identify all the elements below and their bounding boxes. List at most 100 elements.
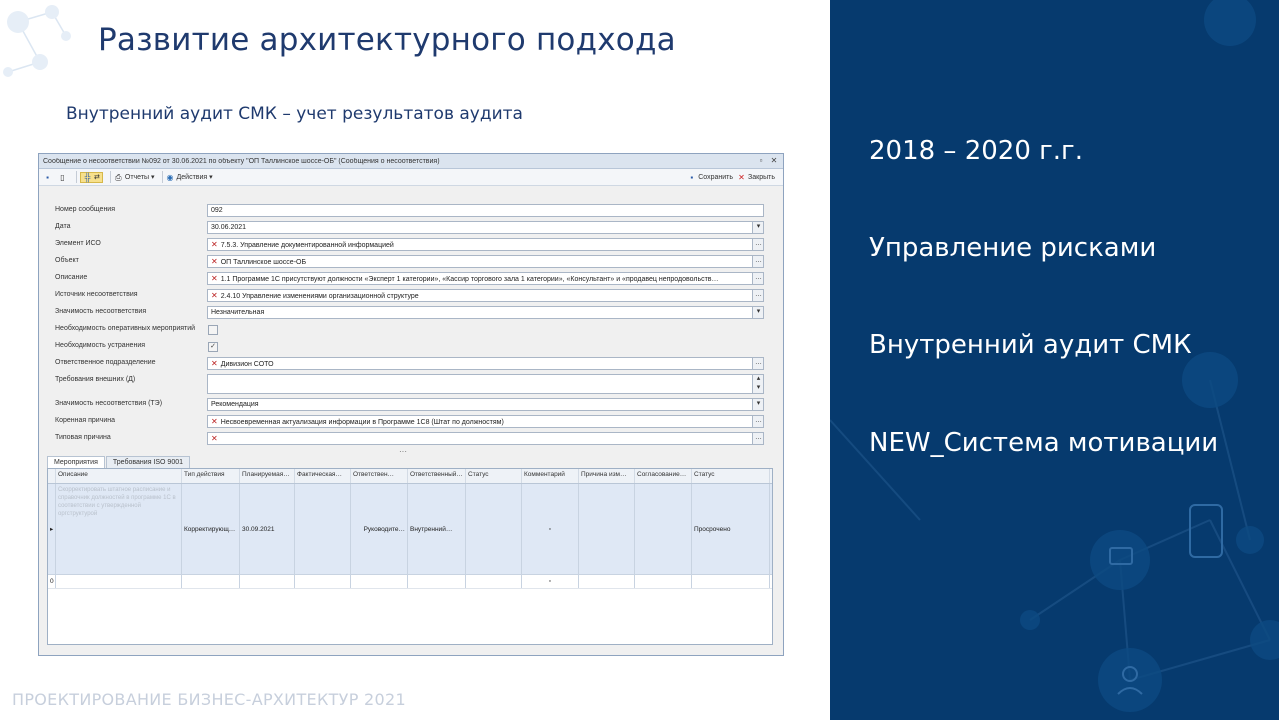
save-disk-button[interactable]: ▪ — [43, 173, 54, 182]
form-area: Номер сообщения 092 Дата 30.06.2021 ▾ Эле… — [47, 190, 775, 445]
table-row[interactable]: ▸ Скорректировать штатное расписание и с… — [48, 484, 772, 575]
structure-button[interactable]: ╬ ⇄ — [80, 171, 103, 183]
close-label: Закрыть — [748, 173, 775, 181]
form-row: Требования внешних (Д) ▴ ▾ — [47, 374, 767, 396]
cell-responsible-person: Внутренний… — [408, 484, 466, 574]
printer-icon: ⎙ — [115, 172, 122, 182]
timeline-item-motivation: NEW_Система мотивации — [869, 428, 1219, 458]
close-icon[interactable]: ✕ — [769, 156, 779, 166]
cell-final-status: Просрочено — [692, 484, 770, 574]
field-value: Незначительная — [211, 309, 265, 316]
column-header[interactable]: Ответствен… — [351, 469, 408, 483]
clear-icon[interactable]: ✕ — [211, 359, 218, 368]
form-row: Коренная причина ✕ Несвоевременная актуал… — [47, 415, 767, 429]
external-requirements-memo[interactable]: ▴ ▾ — [207, 374, 764, 394]
clear-icon[interactable]: ✕ — [211, 274, 218, 283]
ellipsis-button[interactable]: … — [752, 433, 763, 444]
field-label: Ответственное подразделение — [55, 359, 156, 366]
message-number-field[interactable]: 092 — [207, 204, 764, 217]
ellipsis-button[interactable]: … — [752, 239, 763, 250]
timeline-item-audit: Внутренний аудит СМК — [869, 330, 1192, 360]
significance-field[interactable]: Незначительная ▾ — [207, 306, 764, 319]
field-value: 2.4.10 Управление изменениями организаци… — [220, 293, 419, 300]
cell-type: Корректирующ… — [182, 484, 240, 574]
ellipsis-button[interactable]: … — [752, 358, 763, 369]
comment-icon[interactable]: ▫ — [522, 575, 579, 588]
column-header[interactable]: Статус — [692, 469, 770, 483]
cell-description: Скорректировать штатное расписание и спр… — [56, 484, 182, 574]
field-label: Значимость несоответствия — [55, 308, 147, 315]
field-value: Рекомендация — [211, 401, 259, 408]
new-row[interactable]: 0 ▫ — [48, 575, 772, 589]
new-row-marker: 0 — [48, 575, 56, 588]
column-header[interactable]: Ответственный… — [408, 469, 466, 483]
te-significance-field[interactable]: Рекомендация ▾ — [207, 398, 764, 411]
column-header[interactable]: Комментарий — [522, 469, 579, 483]
clear-icon[interactable]: ✕ — [211, 417, 218, 426]
clear-icon[interactable]: ✕ — [211, 240, 218, 249]
ellipsis-button[interactable]: … — [752, 416, 763, 427]
root-cause-field[interactable]: ✕ Несвоевременная актуализация информации… — [207, 415, 764, 428]
form-row: Значимость несоответствия Незначительная… — [47, 306, 767, 320]
save-icon: ▪ — [46, 172, 49, 182]
clear-icon[interactable]: ✕ — [211, 257, 218, 266]
memo-scroll-icon[interactable]: ▴ ▾ — [752, 375, 763, 393]
object-field[interactable]: ✕ ОП Таллинское шоссе-ОБ … — [207, 255, 764, 268]
ellipsis-button[interactable]: … — [752, 256, 763, 267]
maximize-icon[interactable]: ▫ — [756, 156, 766, 166]
ellipsis-button[interactable]: … — [752, 290, 763, 301]
column-header[interactable]: Причина изм… — [579, 469, 635, 483]
column-header[interactable]: Согласование… — [635, 469, 692, 483]
document-button[interactable]: ▯ — [58, 173, 69, 182]
right-panel: 2018 – 2020 г.г. Управление рисками Внут… — [830, 0, 1279, 720]
toolbar: ▪ ▯ ╬ ⇄ ⎙ Отчеты ▾ ◉ Действия ▾ ▪ Сохранить … — [39, 169, 783, 186]
field-label: Источник несоответствия — [55, 291, 138, 298]
field-label: Дата — [55, 223, 71, 230]
comment-icon[interactable]: ▫ — [522, 484, 579, 574]
description-field[interactable]: ✕ 1.1 Программе 1С присутствуют должности… — [207, 272, 764, 285]
column-header[interactable]: Тип действия — [182, 469, 240, 483]
ellipsis-button[interactable]: … — [752, 273, 763, 284]
actions-button[interactable]: ◉ Действия ▾ — [166, 173, 213, 182]
field-value: ОП Таллинское шоссе-ОБ — [220, 259, 307, 266]
column-header[interactable]: Статус — [466, 469, 522, 483]
column-header[interactable]: Фактическая… — [295, 469, 351, 483]
dropdown-arrow-icon[interactable]: ▾ — [752, 222, 763, 233]
clear-icon[interactable]: ✕ — [211, 434, 218, 443]
date-field[interactable]: 30.06.2021 ▾ — [207, 221, 764, 234]
clear-icon[interactable]: ✕ — [211, 291, 218, 300]
field-label: Типовая причина — [55, 434, 111, 441]
operational-measures-checkbox[interactable] — [208, 325, 218, 335]
responsible-department-field[interactable]: ✕ Дивизион СОТО… — [207, 357, 764, 370]
field-value: Несвоевременная актуализация информации … — [220, 419, 504, 426]
typical-cause-field[interactable]: ✕… — [207, 432, 764, 445]
measures-grid: Описание Тип действия Планируемая… Факти… — [47, 468, 773, 645]
dropdown-arrow-icon[interactable]: ▾ — [752, 399, 763, 410]
save-button[interactable]: ▪ Сохранить — [687, 173, 733, 182]
timeline-item-risk: Управление рисками — [869, 233, 1157, 263]
tab-iso-requirements[interactable]: Требования ISO 9001 — [105, 456, 191, 468]
cell-reason — [579, 484, 635, 574]
field-label: Требования внешних (Д) — [55, 376, 136, 383]
field-label: Элемент ИСО — [55, 240, 101, 247]
tab-measures[interactable]: Мероприятия — [47, 456, 105, 468]
network-decoration — [830, 0, 1279, 712]
column-header[interactable]: Планируемая… — [240, 469, 295, 483]
actions-label: Действия — [176, 173, 208, 181]
splitter-handle[interactable]: ··· — [399, 447, 407, 456]
iso-element-field[interactable]: ✕ 7.5.3. Управление документированной инф… — [207, 238, 764, 251]
dropdown-arrow-icon[interactable]: ▾ — [752, 307, 763, 318]
source-field[interactable]: ✕ 2.4.10 Управление изменениями организац… — [207, 289, 764, 302]
form-row: Элемент ИСО ✕ 7.5.3. Управление документи… — [47, 238, 767, 252]
reports-button[interactable]: ⎙ Отчеты ▾ — [114, 172, 154, 182]
save-icon: ▪ — [690, 172, 694, 182]
elimination-required-checkbox[interactable]: ✓ — [208, 342, 218, 352]
column-header[interactable]: Описание — [56, 469, 182, 483]
cell-status — [466, 484, 522, 574]
cell-approval — [635, 484, 692, 574]
window-titlebar: Сообщение о несоответствии №092 от 30.06… — [39, 154, 783, 169]
close-button[interactable]: ✕ Закрыть — [737, 173, 775, 182]
detail-tabs: Мероприятия Требования ISO 9001 — [47, 456, 191, 468]
grid-header: Описание Тип действия Планируемая… Факти… — [48, 469, 772, 484]
field-value: 30.06.2021 — [211, 224, 247, 231]
